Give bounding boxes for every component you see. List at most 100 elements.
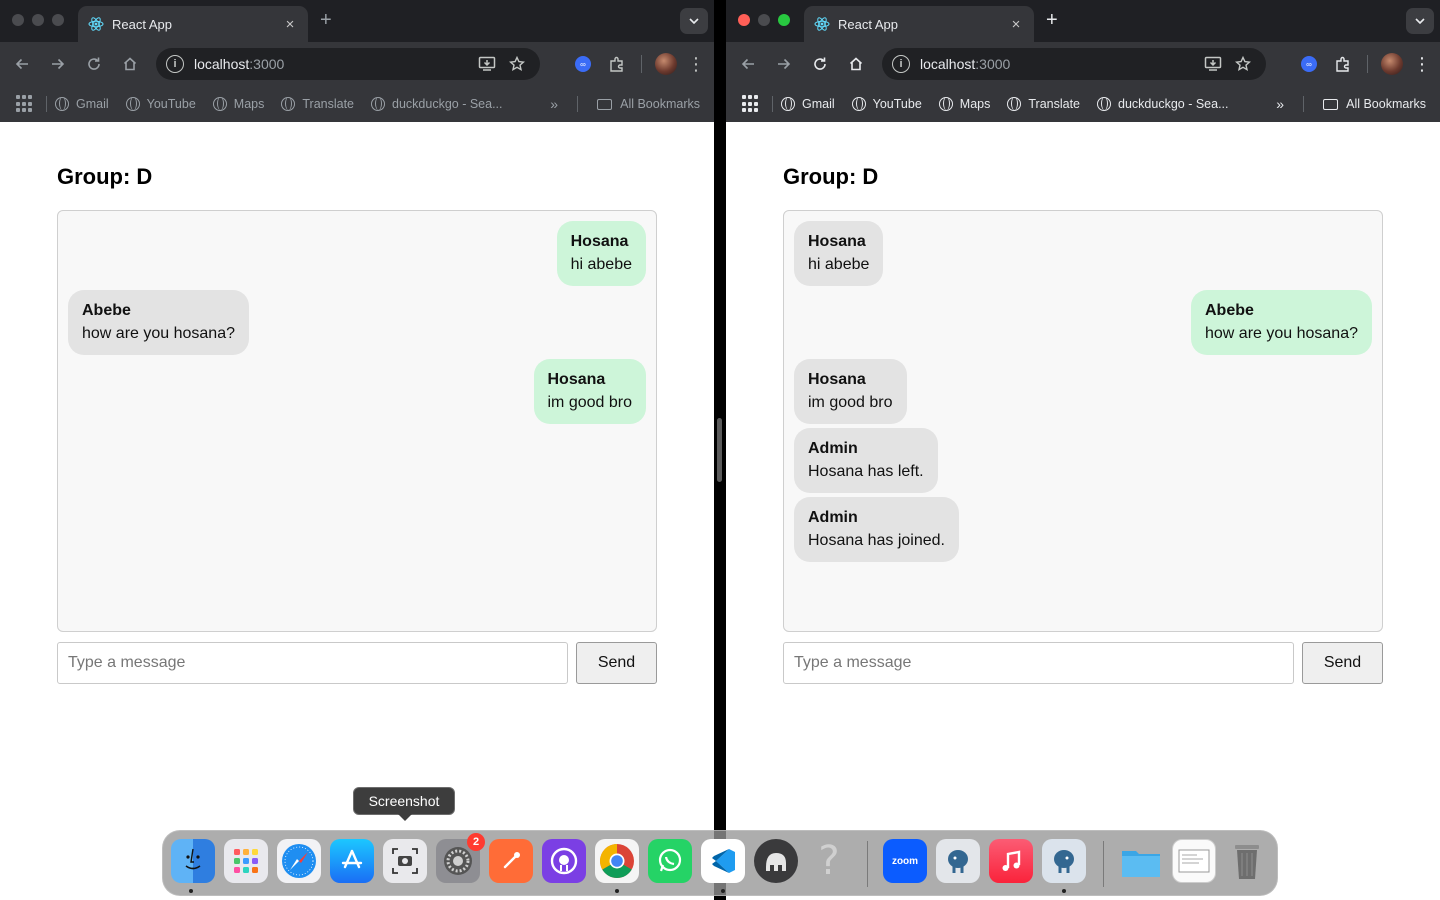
tab-close-icon[interactable]: × [1008, 16, 1024, 33]
right-browser-window: React App × + i localhost:3000 ∞ ⋮ Gmail… [726, 0, 1440, 900]
dock: 2 ? zoom [162, 830, 1278, 896]
home-icon [849, 57, 863, 71]
app-store-icon[interactable] [330, 839, 374, 883]
puzzle-icon[interactable] [1329, 50, 1357, 78]
send-button[interactable]: Send [1302, 642, 1383, 684]
site-info-icon[interactable]: i [166, 55, 184, 73]
tab-close-icon[interactable]: × [282, 16, 298, 33]
send-button[interactable]: Send [576, 642, 657, 684]
bookmark-star-icon[interactable] [504, 51, 530, 77]
bookmark-maps[interactable]: Maps [212, 97, 264, 111]
more-menu-icon[interactable]: ⋮ [686, 50, 706, 78]
zoom-icon[interactable]: zoom [883, 839, 927, 883]
screenshot-icon[interactable] [383, 839, 427, 883]
dock-divider [1103, 841, 1104, 887]
finder-icon[interactable] [171, 839, 215, 883]
bookmark-duckduckgo[interactable]: duckduckgo - Sea... [371, 97, 503, 111]
install-app-icon[interactable] [474, 51, 500, 77]
puzzle-icon[interactable] [603, 50, 631, 78]
zoom-window-button[interactable] [52, 14, 64, 26]
split-view-handle[interactable] [717, 418, 722, 482]
home-button[interactable] [112, 48, 148, 80]
address-bar[interactable]: i localhost:3000 [882, 48, 1266, 80]
tableplus-icon[interactable] [754, 839, 798, 883]
bookmarks-divider [772, 96, 773, 112]
bookmark-duckduckgo[interactable]: duckduckgo - Sea... [1097, 97, 1229, 111]
bookmark-maps[interactable]: Maps [938, 97, 990, 111]
extension-icon[interactable]: ∞ [1295, 50, 1323, 78]
minimize-window-button[interactable] [32, 14, 44, 26]
apps-grid-icon[interactable] [742, 95, 760, 113]
tab-search-button[interactable] [680, 8, 708, 34]
reload-button[interactable] [802, 48, 838, 80]
minimize-window-button[interactable] [758, 14, 770, 26]
folder-icon[interactable] [1119, 839, 1163, 883]
home-icon [123, 57, 137, 71]
system-settings-icon[interactable]: 2 [436, 833, 485, 883]
extension-icon[interactable]: ∞ [569, 50, 597, 78]
address-bar[interactable]: i localhost:3000 [156, 48, 540, 80]
bookmarks-overflow-button[interactable]: » [550, 96, 558, 112]
back-button[interactable] [4, 48, 40, 80]
trash-icon[interactable] [1225, 839, 1269, 883]
site-info-icon[interactable]: i [892, 55, 910, 73]
vscode-icon[interactable] [701, 839, 745, 883]
globe-icon [851, 97, 866, 111]
bookmark-translate[interactable]: Translate [1007, 97, 1080, 111]
message-input[interactable] [57, 642, 568, 684]
profile-avatar[interactable] [1378, 50, 1406, 78]
bookmark-youtube[interactable]: YouTube [125, 97, 196, 111]
message-bubble: Abebe how are you hosana? [68, 290, 249, 355]
help-icon[interactable]: ? [807, 838, 851, 884]
tab-title: React App [838, 16, 898, 32]
profile-avatar[interactable] [652, 50, 680, 78]
new-tab-button[interactable]: + [320, 8, 332, 32]
message-bubble: Abebe how are you hosana? [1191, 290, 1372, 355]
bookmark-youtube[interactable]: YouTube [851, 97, 922, 111]
apps-grid-icon[interactable] [16, 95, 34, 113]
message-text: how are you hosana? [1205, 325, 1358, 342]
toolbar-extensions: ∞ ⋮ [569, 48, 706, 80]
bookmark-translate[interactable]: Translate [281, 97, 354, 111]
close-window-button[interactable] [12, 14, 24, 26]
react-icon [814, 16, 830, 32]
postman-icon[interactable] [489, 839, 533, 883]
all-bookmarks-button[interactable]: All Bookmarks [1323, 97, 1426, 111]
more-menu-icon[interactable]: ⋮ [1412, 50, 1432, 78]
music-icon[interactable] [989, 839, 1033, 883]
pgadmin-icon[interactable] [936, 839, 980, 883]
message-input[interactable] [783, 642, 1294, 684]
forward-button[interactable] [40, 48, 76, 80]
github-desktop-icon[interactable] [542, 839, 586, 883]
message-bubble: Admin Hosana has left. [794, 428, 938, 493]
tab-react-app[interactable]: React App × [78, 6, 308, 42]
whatsapp-icon[interactable] [648, 839, 692, 883]
message-sender: Hosana [808, 371, 866, 388]
install-app-icon[interactable] [1200, 51, 1226, 77]
postgres-icon[interactable] [1042, 839, 1086, 883]
reload-button[interactable] [76, 48, 112, 80]
zoom-window-button[interactable] [778, 14, 790, 26]
all-bookmarks-button[interactable]: All Bookmarks [597, 97, 700, 111]
home-button[interactable] [838, 48, 874, 80]
bookmark-gmail[interactable]: Gmail [55, 97, 109, 111]
new-tab-button[interactable]: + [1046, 8, 1058, 32]
bookmarks-overflow-button[interactable]: » [1276, 96, 1284, 112]
launchpad-icon[interactable] [224, 839, 268, 883]
back-button[interactable] [730, 48, 766, 80]
message-sender: Hosana [570, 233, 629, 250]
message-list[interactable]: Hosana hi abebe Abebe how are you hosana… [57, 210, 657, 632]
message-list[interactable]: Hosana hi abebe Abebe how are you hosana… [783, 210, 1383, 632]
message-text: hi abebe [808, 256, 870, 273]
forward-button[interactable] [766, 48, 802, 80]
bookmark-gmail[interactable]: Gmail [781, 97, 835, 111]
preview-icon[interactable] [1172, 839, 1216, 883]
chrome-icon[interactable] [595, 839, 639, 883]
tab-react-app[interactable]: React App × [804, 6, 1034, 42]
close-window-button[interactable] [738, 14, 750, 26]
tab-search-button[interactable] [1406, 8, 1434, 34]
bookmark-star-icon[interactable] [1230, 51, 1256, 77]
safari-icon[interactable] [277, 839, 321, 883]
bookmarks-bar: Gmail YouTube Maps Translate duckduckgo … [0, 86, 714, 122]
chevron-down-icon [1415, 18, 1425, 24]
